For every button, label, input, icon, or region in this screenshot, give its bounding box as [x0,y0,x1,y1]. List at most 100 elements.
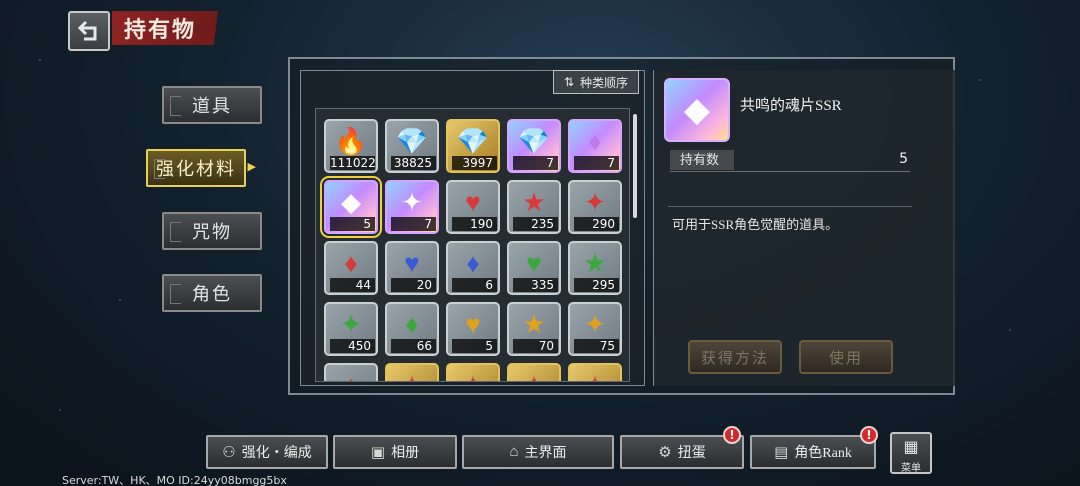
item-count: 5 [330,217,375,231]
server-info: Server:TW、HK、MO ID:24yy08bmgg5bx [62,474,287,486]
tab-label: 角色 [192,284,232,304]
home-icon: ⌂ [509,443,519,460]
soul-shard-icon: ◆ [664,78,730,142]
nav-label: 角色Rank [794,446,852,461]
nav-label: 相册 [391,446,420,461]
inventory-item-slot[interactable]: 💎 38825 [385,119,439,173]
inventory-item-slot[interactable]: 💎 3997 [446,119,500,173]
inventory-item-slot[interactable]: ✦ [507,363,561,381]
grid-scrollbar[interactable] [633,114,637,218]
quantity-row: 持有数 5 [670,150,910,172]
item-icon: ♥ [404,249,420,278]
item-icon: ★ [522,188,546,217]
item-count: 335 [513,278,558,292]
inventory-item-slot[interactable]: ♥ 335 [507,241,561,295]
sort-label: 种类顺序 [580,75,629,90]
album-icon: ▣ [370,444,386,461]
inventory-item-slot[interactable]: ★ 295 [568,241,622,295]
item-count: 38825 [391,156,436,170]
item-icon: ♦ [344,249,358,278]
gacha-icon: ⚙ [658,444,672,461]
nav-album[interactable]: ▣ 相册 [333,435,457,469]
item-icon: ♦ [405,310,419,339]
item-count: 70 [513,339,558,353]
back-arrow-icon [77,20,97,41]
inventory-item-slot[interactable]: ♥ 190 [446,180,500,234]
tab-curse-items[interactable]: 咒物 [162,212,262,250]
tab-enhance-materials[interactable]: 强化材料 [146,149,258,187]
item-icon: ★ [583,249,607,278]
inventory-item-slot[interactable]: ✦ [446,363,500,381]
item-count: 190 [452,217,497,231]
item-icon: ✦ [570,371,620,381]
item-icon: ♦ [466,249,480,278]
nav-character-rank[interactable]: ▤ 角色Rank [750,435,876,469]
item-count: 7 [391,217,436,231]
nav-label: 强化・编成 [241,446,312,461]
item-count: 295 [574,278,619,292]
item-description: 可用于SSR角色觉醒的道具。 [672,217,839,232]
item-icon: ✦ [509,371,559,381]
inventory-item-slot[interactable]: ★ 70 [507,302,561,356]
item-icon: 💎 [395,127,429,156]
sort-icon: ⇅ [563,75,575,89]
rank-icon: ▤ [774,444,789,461]
obtain-method-button[interactable]: 获得方法 [688,340,782,374]
nav-label: 主界面 [524,446,567,461]
inventory-item-slot[interactable]: ♦ [324,363,378,381]
item-icon: 💎 [456,127,490,156]
inventory-item-slot[interactable]: ★ 235 [507,180,561,234]
menu-label: 菜单 [901,463,921,474]
quantity-value: 5 [899,151,908,167]
quantity-label: 持有数 [670,150,734,170]
inventory-item-slot[interactable]: 💎 7 [507,119,561,173]
nav-home[interactable]: ⌂ 主界面 [462,435,614,469]
use-button[interactable]: 使用 [799,340,893,374]
inventory-item-slot[interactable]: ✦ 450 [324,302,378,356]
item-icon: ★ [522,310,546,339]
inventory-item-slot[interactable]: ♦ 66 [385,302,439,356]
tab-characters[interactable]: 角色 [162,274,262,312]
item-count: 44 [330,278,375,292]
item-count: 20 [391,278,436,292]
divider [668,206,912,207]
item-icon: ✦ [584,310,606,339]
inventory-item-slot[interactable]: ✦ 7 [385,180,439,234]
item-grid[interactable]: 🔥11102294💎38825💎3997💎7♦7◆5✦7♥190★235✦290… [315,108,630,382]
item-count: 7 [513,156,558,170]
item-icon: ◆ [341,188,361,217]
item-count: 450 [330,339,375,353]
item-icon: ✦ [584,188,606,217]
inventory-item-slot[interactable]: ✦ 75 [568,302,622,356]
inventory-item-slot[interactable]: 🔥11102294 [324,119,378,173]
inventory-item-slot[interactable]: ◆ 5 [320,176,382,238]
inventory-item-slot[interactable]: ♦ 7 [568,119,622,173]
item-icon: ✦ [401,188,423,217]
item-icon: ✦ [448,371,498,381]
nav-label: 扭蛋 [677,446,706,461]
inventory-item-slot[interactable]: ✦ 290 [568,180,622,234]
inventory-item-slot[interactable]: ♥ 5 [446,302,500,356]
tab-items[interactable]: 道具 [162,86,262,124]
gacha-alert-badge: ! [723,426,741,444]
item-icon: 💎 [517,127,551,156]
item-icon: ✦ [387,371,437,381]
item-icon: ♥ [465,188,481,217]
back-button[interactable] [68,11,110,51]
inventory-item-slot[interactable]: ✦ [385,363,439,381]
item-icon: ♦ [588,127,602,156]
page-title: 持有物 [112,11,218,45]
item-count: 290 [574,217,619,231]
sort-order-button[interactable]: ⇅ 种类顺序 [553,70,639,94]
inventory-item-slot[interactable]: ✦ [568,363,622,381]
nav-enhance-team[interactable]: ⚇ 强化・编成 [206,435,328,469]
inventory-item-slot[interactable]: ♦ 6 [446,241,500,295]
item-icon: ♦ [326,371,376,381]
item-count: 11102294 [330,156,376,170]
inventory-item-slot[interactable]: ♦ 44 [324,241,378,295]
item-count: 235 [513,217,558,231]
menu-button[interactable]: ▦ 菜单 [890,432,932,474]
inventory-item-slot[interactable]: ♥ 20 [385,241,439,295]
item-name: 共鸣的魂片SSR [740,98,842,114]
item-icon: ♥ [465,310,481,339]
